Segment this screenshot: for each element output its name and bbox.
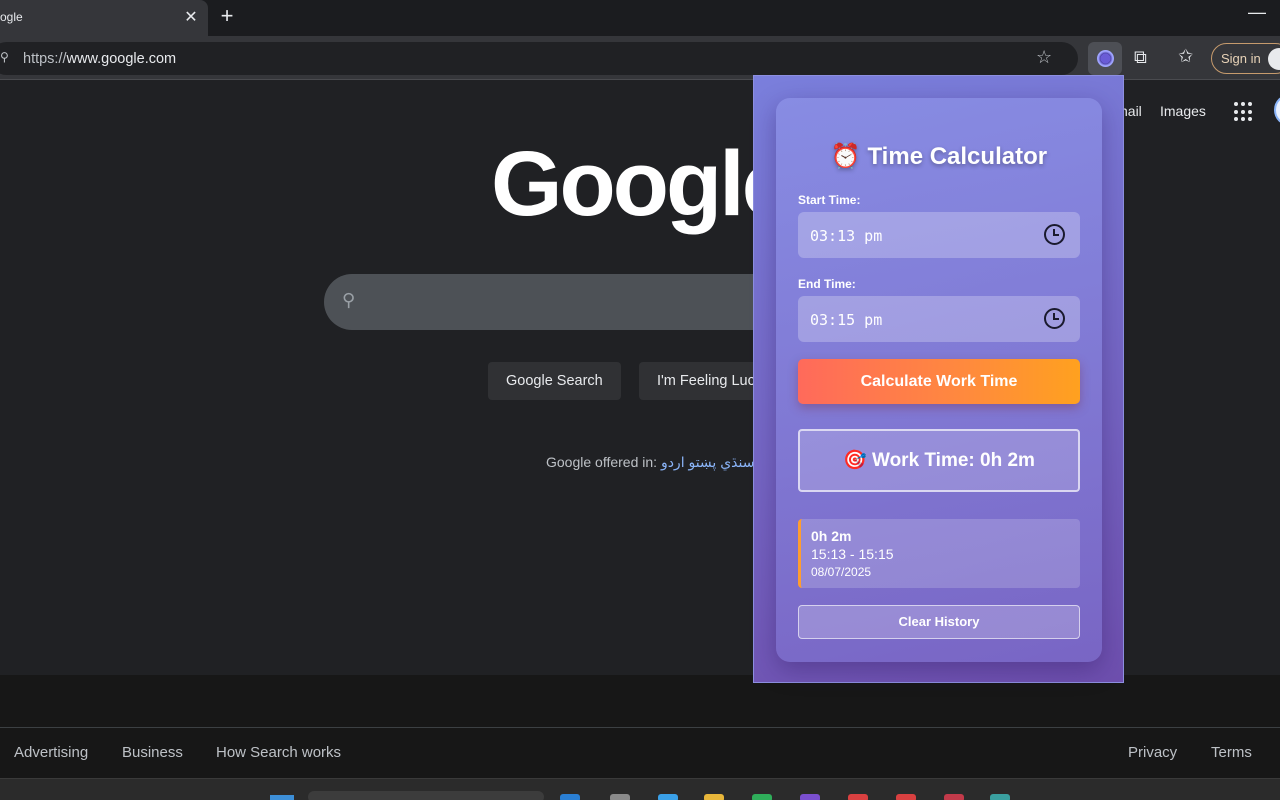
- popup-title: ⏰ Time Calculator: [830, 143, 1048, 170]
- calculate-work-time-button[interactable]: Calculate Work Time: [798, 359, 1080, 404]
- end-time-input[interactable]: 03:15 pm: [798, 296, 1080, 342]
- end-time-value: 03:15 pm: [810, 311, 883, 329]
- language-links[interactable]: سنڌي پښتو اردو: [661, 454, 755, 470]
- apps-grid-icon[interactable]: [1234, 102, 1254, 122]
- taskbar-app-icon[interactable]: [848, 794, 868, 800]
- taskbar-search[interactable]: [308, 791, 544, 800]
- tab-title: ogle: [0, 10, 23, 24]
- offered-in-label: Google offered in:: [546, 454, 658, 470]
- browser-toolbar: ⚲ https://www.google.com ☆ ⧉ ✩ Sign in: [0, 36, 1280, 80]
- taskbar-app-icon[interactable]: [990, 794, 1010, 800]
- url-text[interactable]: https://www.google.com: [23, 51, 176, 67]
- tab-strip: ogle ✕ + —: [0, 0, 1280, 36]
- images-link[interactable]: Images: [1160, 103, 1206, 119]
- clock-icon[interactable]: [1044, 224, 1065, 245]
- extension-popup: ⏰ Time Calculator Start Time: 03:13 pm E…: [753, 75, 1124, 683]
- extension-badge: [1097, 50, 1114, 67]
- favorites-icon[interactable]: ✩: [1178, 46, 1193, 67]
- browser-tab-google[interactable]: ogle ✕: [0, 0, 208, 36]
- taskbar-app-icon[interactable]: [658, 794, 678, 800]
- google-account-avatar[interactable]: [1274, 94, 1280, 126]
- sign-in-button[interactable]: Sign in: [1211, 43, 1280, 74]
- plus-icon[interactable]: +: [216, 3, 238, 29]
- history-duration: 0h 2m: [811, 528, 852, 544]
- start-icon[interactable]: [270, 795, 294, 800]
- history-entry: 0h 2m 15:13 - 15:15 08/07/2025: [798, 519, 1080, 588]
- footer-privacy-link[interactable]: Privacy: [1128, 744, 1177, 761]
- taskbar-app-icon[interactable]: [944, 794, 964, 800]
- taskbar-app-icon[interactable]: [610, 794, 630, 800]
- taskbar-app-icon[interactable]: [896, 794, 916, 800]
- page-footer: [0, 727, 1280, 778]
- star-icon[interactable]: ☆: [1036, 47, 1052, 68]
- time-calculator-card: ⏰ Time Calculator Start Time: 03:13 pm E…: [776, 98, 1102, 662]
- taskbar-app-icon[interactable]: [752, 794, 772, 800]
- work-time-result: 🎯 Work Time: 0h 2m: [798, 429, 1080, 492]
- clear-history-button[interactable]: Clear History: [798, 605, 1080, 639]
- google-logo: Google: [491, 133, 793, 235]
- close-icon[interactable]: ✕: [182, 7, 200, 27]
- history-date: 08/07/2025: [811, 565, 872, 579]
- os-taskbar: [0, 778, 1280, 800]
- url-scheme: https://: [23, 51, 67, 67]
- minimize-icon[interactable]: —: [1248, 2, 1266, 23]
- start-time-value: 03:13 pm: [810, 227, 883, 245]
- profile-avatar: [1268, 48, 1280, 70]
- url-host: www.google.com: [66, 51, 177, 67]
- footer-how-search-works-link[interactable]: How Search works: [216, 744, 341, 761]
- address-bar[interactable]: ⚲ https://www.google.com ☆: [0, 42, 1078, 75]
- end-time-label: End Time:: [798, 277, 856, 291]
- google-search-button[interactable]: Google Search: [488, 362, 621, 400]
- time-calculator-extension-icon[interactable]: [1088, 42, 1122, 75]
- clock-icon[interactable]: [1044, 308, 1065, 329]
- start-time-label: Start Time:: [798, 193, 861, 207]
- footer-advertising-link[interactable]: Advertising: [14, 744, 88, 761]
- footer-business-link[interactable]: Business: [122, 744, 183, 761]
- taskbar-app-icon[interactable]: [560, 794, 580, 800]
- folder-icon[interactable]: [704, 794, 724, 800]
- sign-in-label: Sign in: [1221, 51, 1261, 66]
- footer-terms-link[interactable]: Terms: [1211, 744, 1252, 761]
- start-time-input[interactable]: 03:13 pm: [798, 212, 1080, 258]
- site-info-icon[interactable]: ⚲: [0, 50, 9, 64]
- language-offer: Google offered in: سنڌي پښتو اردو: [546, 454, 754, 471]
- taskbar-app-icon[interactable]: [800, 794, 820, 800]
- search-icon: ⚲: [342, 290, 356, 310]
- history-time-range: 15:13 - 15:15: [811, 546, 894, 562]
- puzzle-icon[interactable]: ⧉: [1134, 47, 1147, 68]
